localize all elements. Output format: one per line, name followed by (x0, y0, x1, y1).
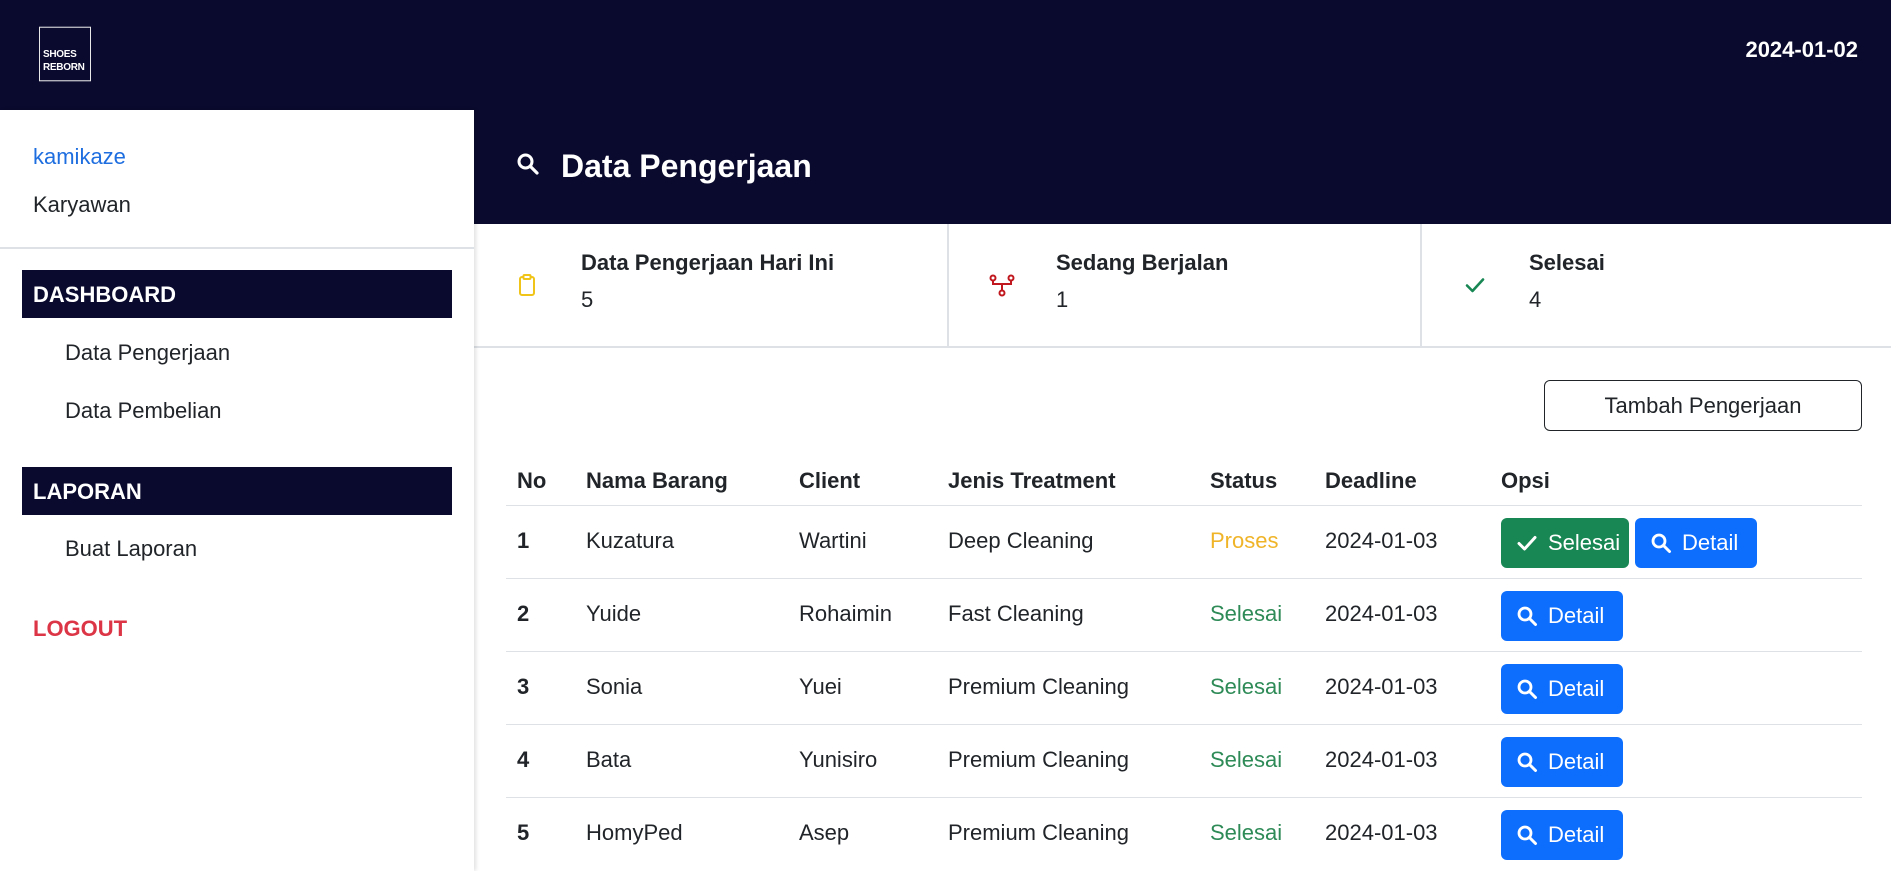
cell-status: Selesai (1210, 820, 1283, 845)
detail-button-label: Detail (1682, 530, 1739, 555)
detail-button-label: Detail (1548, 676, 1605, 701)
section-dashboard: DASHBOARD (22, 270, 452, 318)
clipboard-icon (514, 272, 540, 298)
current-date: 2024-01-02 (1745, 37, 1858, 62)
header-deadline: Deadline (1325, 468, 1417, 493)
logo-text-line2: REBORN (43, 61, 85, 73)
cell-nama-barang: Bata (586, 747, 632, 772)
detail-button[interactable]: Detail (1501, 737, 1623, 787)
search-icon (1517, 679, 1537, 699)
selesai-button[interactable]: Selesai (1501, 518, 1629, 568)
logo-text-line1: SHOES (43, 48, 77, 61)
cell-no: 5 (517, 820, 530, 845)
cell-nama-barang: Yuide (586, 601, 642, 626)
check-icon (1517, 536, 1537, 551)
cell-client: Rohaimin (799, 601, 892, 626)
header-nama-barang: Nama Barang (586, 468, 728, 493)
detail-button[interactable]: Detail (1501, 810, 1623, 860)
stat-value: 1 (1056, 287, 1069, 312)
add-pengerjaan-button[interactable]: Tambah Pengerjaan (1544, 380, 1862, 431)
cell-no: 2 (517, 601, 530, 626)
stat-card-running: Sedang Berjalan 1 (949, 224, 1422, 346)
stat-value: 4 (1529, 287, 1542, 312)
cell-status: Proses (1210, 528, 1279, 553)
logout-link[interactable]: LOGOUT (33, 616, 127, 642)
search-icon (1517, 606, 1537, 626)
cell-no: 3 (517, 674, 530, 699)
detail-button-label: Detail (1548, 603, 1605, 628)
cell-nama-barang: HomyPed (586, 820, 683, 845)
cell-nama-barang: Sonia (586, 674, 643, 699)
cell-status: Selesai (1210, 674, 1283, 699)
cell-deadline: 2024-01-03 (1325, 601, 1438, 626)
pengerjaan-table: No Nama Barang Client Jenis Treatment St… (506, 458, 1862, 871)
top-navbar: SHOES REBORN 2024-01-02 (0, 0, 1891, 110)
header-no: No (517, 468, 547, 493)
cell-deadline: 2024-01-03 (1325, 528, 1438, 553)
detail-button[interactable]: Detail (1635, 518, 1757, 568)
stat-value: 5 (581, 287, 594, 312)
cell-no: 4 (517, 747, 530, 772)
check-icon (1462, 272, 1488, 298)
stat-label: Selesai (1529, 250, 1605, 275)
table-row: 1 Kuzatura Wartini Deep Cleaning Proses … (506, 506, 1862, 579)
section-laporan: LAPORAN (22, 467, 452, 515)
stat-card-done: Selesai 4 (1422, 224, 1891, 346)
cell-no: 1 (517, 528, 530, 553)
cell-client: Yunisiro (799, 747, 878, 772)
search-icon (1651, 533, 1671, 553)
network-icon (989, 272, 1015, 298)
sidebar-item-data-pengerjaan[interactable]: Data Pengerjaan (65, 340, 230, 366)
header-client: Client (799, 468, 861, 493)
cell-jenis-treatment: Premium Cleaning (948, 674, 1129, 699)
cell-deadline: 2024-01-03 (1325, 820, 1438, 845)
cell-client: Wartini (799, 528, 867, 553)
detail-button[interactable]: Detail (1501, 664, 1623, 714)
selesai-button-label: Selesai (1548, 530, 1621, 555)
detail-button-label: Detail (1548, 749, 1605, 774)
page-title: Data Pengerjaan (561, 148, 812, 184)
table-row: 5 HomyPed Asep Premium Cleaning Selesai … (506, 798, 1862, 871)
sidebar-item-buat-laporan[interactable]: Buat Laporan (65, 536, 197, 562)
cell-deadline: 2024-01-03 (1325, 674, 1438, 699)
search-icon (1517, 752, 1537, 772)
cell-client: Asep (799, 820, 850, 845)
cell-jenis-treatment: Fast Cleaning (948, 601, 1084, 626)
user-role: Karyawan (33, 192, 131, 217)
sidebar-item-data-pembelian[interactable]: Data Pembelian (65, 398, 222, 424)
header-opsi: Opsi (1501, 468, 1550, 493)
stat-label: Data Pengerjaan Hari Ini (581, 250, 835, 275)
cell-jenis-treatment: Deep Cleaning (948, 528, 1094, 553)
cell-status: Selesai (1210, 601, 1283, 626)
user-name[interactable]: kamikaze (33, 144, 126, 170)
stat-card-today: Data Pengerjaan Hari Ini 5 (474, 224, 949, 346)
stats-row: Data Pengerjaan Hari Ini 5 Sedang Berjal… (474, 224, 1891, 348)
cell-client: Yuei (799, 674, 842, 699)
header-jenis-treatment: Jenis Treatment (948, 468, 1116, 493)
cell-deadline: 2024-01-03 (1325, 747, 1438, 772)
table-header-row: No Nama Barang Client Jenis Treatment St… (506, 458, 1862, 506)
sidebar: kamikaze Karyawan DASHBOARD Data Pengerj… (0, 110, 474, 871)
cell-jenis-treatment: Premium Cleaning (948, 747, 1129, 772)
sidebar-divider (0, 247, 474, 249)
cell-nama-barang: Kuzatura (586, 528, 675, 553)
detail-button[interactable]: Detail (1501, 591, 1623, 641)
app-logo[interactable]: SHOES REBORN (39, 26, 91, 82)
stat-label: Sedang Berjalan (1056, 250, 1229, 275)
search-icon (1517, 825, 1537, 845)
search-icon (516, 152, 540, 181)
detail-button-label: Detail (1548, 822, 1605, 847)
table-row: 4 Bata Yunisiro Premium Cleaning Selesai… (506, 725, 1862, 798)
page-header: Data Pengerjaan (474, 110, 1891, 224)
cell-jenis-treatment: Premium Cleaning (948, 820, 1129, 845)
table-row: 2 Yuide Rohaimin Fast Cleaning Selesai 2… (506, 579, 1862, 652)
header-status: Status (1210, 468, 1278, 493)
table-row: 3 Sonia Yuei Premium Cleaning Selesai 20… (506, 652, 1862, 725)
cell-status: Selesai (1210, 747, 1283, 772)
